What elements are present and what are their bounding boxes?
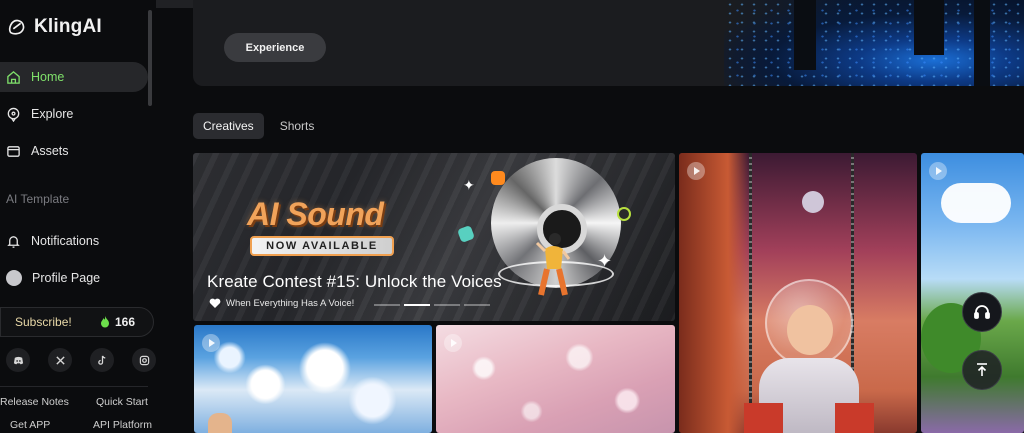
heart-icon[interactable] [209, 298, 221, 309]
content-tabs: Creatives Shorts [193, 113, 324, 139]
hand-image [208, 413, 232, 433]
now-available-badge: NOW AVAILABLE [250, 236, 394, 256]
kling-logo-icon [8, 19, 25, 35]
sparkle-icon: ✦ [463, 177, 475, 193]
sidebar-item-assets[interactable]: Assets [0, 136, 148, 166]
back-to-top-button[interactable] [962, 350, 1002, 390]
api-platform-link[interactable]: API Platform [93, 419, 152, 431]
sky-clouds-card[interactable] [194, 325, 432, 433]
support-button[interactable] [962, 292, 1002, 332]
sidebar: KlingAI Home Explore Assets AI Template … [0, 0, 156, 433]
carousel-dot[interactable] [434, 304, 460, 306]
bell-icon [7, 235, 20, 248]
sidebar-item-label: Home [31, 70, 65, 84]
sparkle-icon: ✦ [597, 251, 613, 271]
quick-start-link[interactable]: Quick Start [96, 396, 148, 408]
discord-icon[interactable] [6, 348, 30, 372]
sidebar-item-label: Notifications [31, 234, 100, 248]
sidebar-item-label: Assets [31, 144, 69, 158]
tab-creatives[interactable]: Creatives [193, 113, 264, 139]
discord-glyph [13, 356, 23, 364]
contest-title: Kreate Contest #15: Unlock the Voices [207, 272, 502, 291]
hero-banner: Experience [193, 0, 1024, 86]
tree-trunk [794, 0, 816, 70]
ai-sound-headline: AI Sound [247, 196, 384, 232]
carousel-dot[interactable] [464, 304, 490, 306]
swing-rope [749, 153, 752, 403]
featured-contest-card[interactable]: AI Sound NOW AVAILABLE ✦ ✦ Kreate Contes… [193, 153, 675, 321]
home-icon [7, 70, 20, 84]
swing-rope [851, 153, 854, 403]
flame-icon [100, 316, 109, 328]
sidebar-item-label: Profile Page [32, 271, 101, 285]
astronaut-swing-card[interactable] [679, 153, 917, 433]
avatar [6, 270, 22, 286]
x-icon[interactable] [48, 348, 72, 372]
carousel-indicators [374, 304, 490, 306]
logo[interactable]: KlingAI [6, 16, 102, 38]
video-play-icon [202, 334, 220, 352]
experience-button[interactable]: Experience [224, 33, 326, 62]
headset-icon [974, 305, 990, 319]
instagram-icon[interactable] [132, 348, 156, 372]
carousel-dot[interactable] [404, 304, 430, 306]
contest-subtitle: When Everything Has A Voice! [209, 298, 354, 309]
dancing-figure-image [535, 233, 571, 296]
subscribe-button[interactable]: Subscribe! [15, 315, 72, 329]
child-face-image [787, 305, 833, 355]
credits-value: 166 [114, 315, 135, 329]
tree-trunk [974, 0, 990, 86]
video-play-icon [929, 162, 947, 180]
x-glyph [55, 355, 65, 365]
tab-shorts[interactable]: Shorts [270, 113, 325, 139]
app-chip-icon [617, 207, 631, 221]
tiktok-icon[interactable] [90, 348, 114, 372]
folder-icon [7, 145, 20, 157]
app-name: KlingAI [34, 16, 102, 37]
tiktok-glyph [97, 355, 105, 365]
compass-icon [7, 107, 20, 122]
sidebar-divider [0, 386, 148, 387]
tree-trunk [914, 0, 944, 55]
video-play-icon [444, 334, 462, 352]
sidebar-item-notifications[interactable]: Notifications [0, 226, 148, 256]
subscribe-bar[interactable]: Subscribe! 166 [0, 307, 154, 337]
video-play-icon [687, 162, 705, 180]
app-chip-icon [491, 171, 505, 185]
cliff-image [679, 153, 749, 433]
social-links [6, 348, 156, 372]
sidebar-item-label: Explore [31, 107, 74, 121]
arrow-up-icon [977, 363, 987, 376]
sidebar-item-explore[interactable]: Explore [0, 99, 148, 129]
credits-counter[interactable]: 166 [100, 315, 135, 329]
banner-artwork [724, 0, 1024, 86]
app-root: KlingAI Home Explore Assets AI Template … [0, 0, 1024, 433]
section-label-ai-template: AI Template [6, 192, 70, 206]
boots-image [744, 403, 874, 433]
pink-bokeh-card[interactable] [436, 325, 675, 433]
get-app-link[interactable]: Get APP [10, 419, 50, 431]
instagram-glyph [139, 355, 149, 365]
app-chip-icon [457, 225, 475, 243]
moon-image [802, 191, 824, 213]
sidebar-item-profile[interactable]: Profile Page [0, 263, 148, 293]
cloud-image [941, 183, 1011, 223]
contest-subtitle-text: When Everything Has A Voice! [226, 298, 355, 309]
carousel-dot[interactable] [374, 304, 400, 306]
sidebar-item-home[interactable]: Home [0, 62, 148, 92]
release-notes-link[interactable]: Release Notes [0, 396, 69, 408]
sidebar-scrollbar[interactable] [148, 10, 152, 106]
